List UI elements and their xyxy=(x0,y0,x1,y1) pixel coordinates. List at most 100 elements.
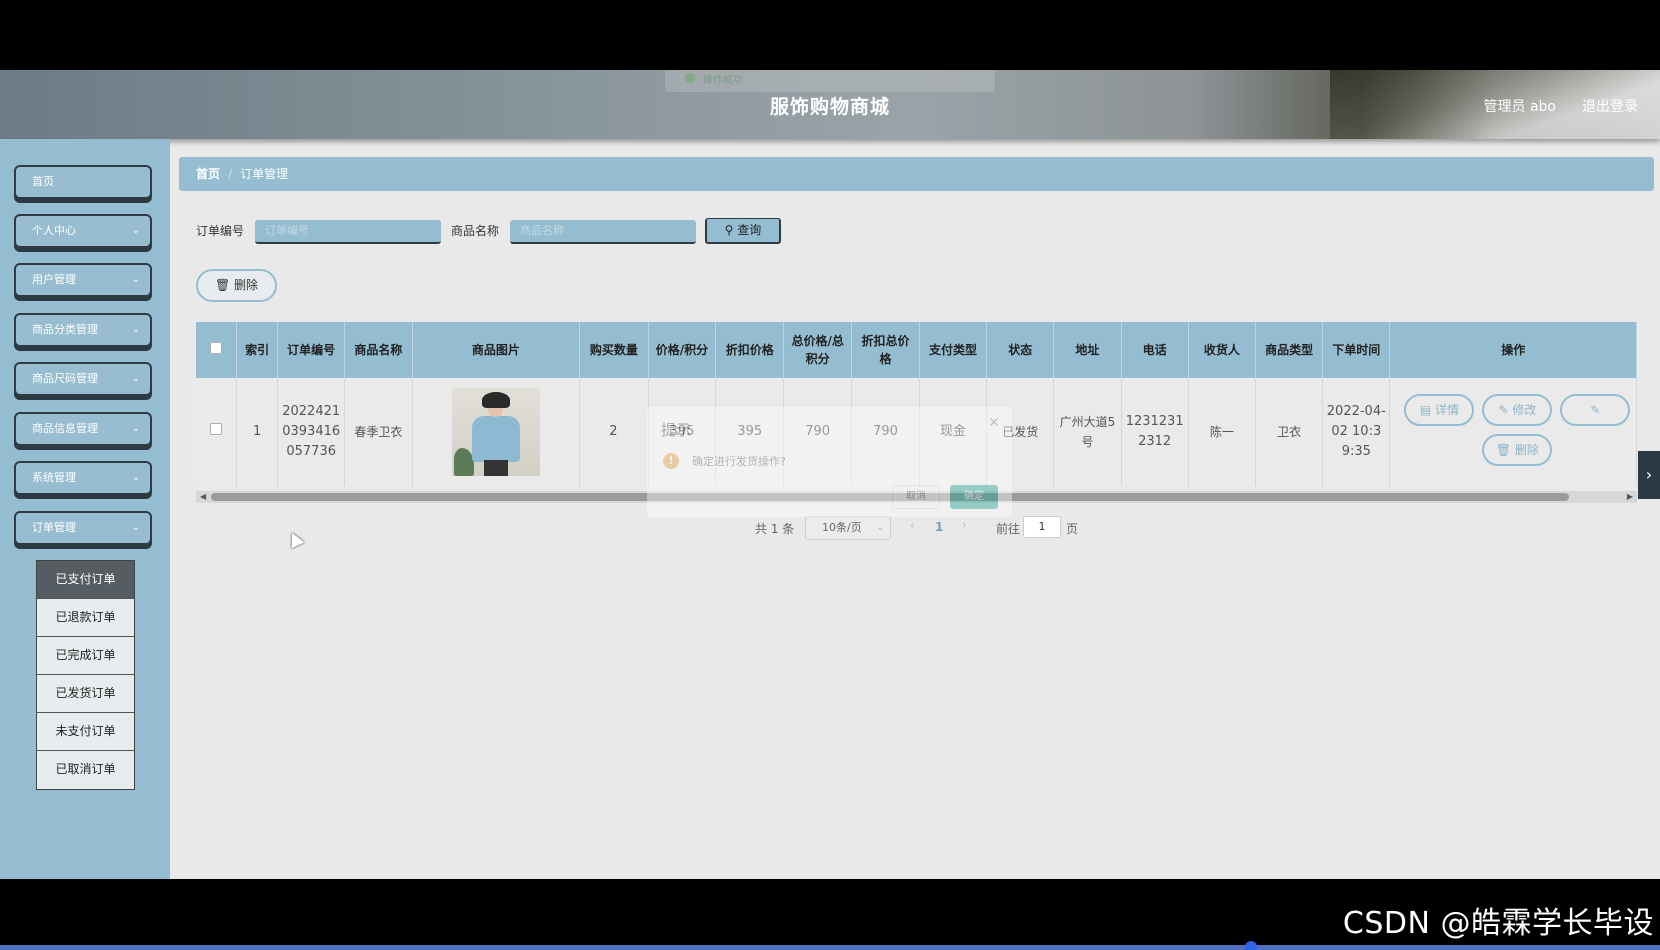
sidebar-item-user-management[interactable]: 用户管理 ⌄ xyxy=(14,263,152,297)
video-progress-handle[interactable] xyxy=(1245,941,1257,950)
order-no-input[interactable] xyxy=(255,220,441,244)
submenu-item-shipped-orders[interactable]: 已发货订单 xyxy=(37,675,134,713)
column-header: 总价格/总积分 xyxy=(783,322,853,378)
chevron-down-icon: ⌄ xyxy=(131,423,140,434)
trash-icon: 🗑 xyxy=(214,278,231,292)
submenu-item-completed-orders[interactable]: 已完成订单 xyxy=(37,637,134,675)
receiver-cell: 陈一 xyxy=(1188,378,1256,486)
order-submenu: 已支付订单 已退款订单 已完成订单 已发货订单 未支付订单 已取消订单 xyxy=(36,560,135,790)
select-all-checkbox[interactable] xyxy=(210,342,223,354)
batch-delete-button[interactable]: 🗑 删除 xyxy=(196,269,277,302)
sidebar-item-product-management[interactable]: 商品信息管理 ⌄ xyxy=(14,412,152,446)
submenu-item-refunded-orders[interactable]: 已退款订单 xyxy=(37,599,134,637)
sidebar-item-order-management[interactable]: 订单管理 ⌄ xyxy=(14,511,152,545)
scroll-right-icon[interactable]: ▶ xyxy=(1627,491,1633,503)
column-header: 订单编号 xyxy=(277,322,346,378)
logout-link[interactable]: 退出登录 xyxy=(1582,96,1638,116)
sidebar-item-label: 商品信息管理 xyxy=(32,422,98,435)
prev-page-icon[interactable]: ‹ xyxy=(910,518,915,532)
column-header: 支付类型 xyxy=(919,322,988,378)
column-header: 电话 xyxy=(1121,322,1189,378)
dialog-ok-button[interactable]: 确定 xyxy=(950,485,998,509)
breadcrumb: 首页 / 订单管理 xyxy=(179,157,1654,191)
legs-shape xyxy=(483,460,508,476)
column-header: 地址 xyxy=(1053,322,1122,378)
chevron-down-icon: ⌄ xyxy=(131,522,140,533)
column-header: 下单时间 xyxy=(1322,322,1391,378)
column-header: 状态 xyxy=(986,322,1055,378)
watermark: CSDN @皓霖学长毕设 xyxy=(1342,906,1654,941)
app-window: 操作成功 服饰购物商城 管理员 abo 退出登录 首页 个人中心 ⌄ 用户管理 … xyxy=(0,70,1660,879)
chevron-down-icon: ⌄ xyxy=(876,523,884,533)
document-icon: ▤ xyxy=(1419,403,1432,417)
page-size-select[interactable]: 10条/页 ⌄ xyxy=(805,516,891,540)
address-cell: 广州大道5号 xyxy=(1053,378,1122,486)
sidebar-item-label: 订单管理 xyxy=(32,521,76,534)
row-delete-button[interactable]: 🗑 删除 xyxy=(1482,434,1553,466)
product-name-input[interactable] xyxy=(510,220,696,244)
select-all-cell xyxy=(196,322,238,378)
chevron-down-icon: ⌄ xyxy=(131,472,140,483)
sidebar-item-label: 商品尺码管理 xyxy=(32,372,98,385)
sidebar-item-size-management[interactable]: 商品尺码管理 ⌄ xyxy=(14,362,152,396)
query-button-label: 查询 xyxy=(737,223,762,237)
table-header-row: 索引 订单编号 商品名称 商品图片 购买数量 价格/积分 折扣价格 总价格/总积… xyxy=(196,322,1637,378)
edit-icon: ✎ xyxy=(1590,403,1601,417)
dialog-cancel-button[interactable]: 取消 xyxy=(892,485,940,509)
sidebar-item-category-management[interactable]: 商品分类管理 ⌄ xyxy=(14,313,152,347)
product-image-cell xyxy=(412,378,581,486)
dialog-message: 确定进行发货操作? xyxy=(692,455,786,468)
plant-shape xyxy=(453,448,474,476)
edit-button[interactable]: ✎ 修改 xyxy=(1482,394,1553,426)
sidebar-item-home[interactable]: 首页 xyxy=(14,165,152,199)
search-icon: ⚲ xyxy=(724,223,734,237)
submenu-item-cancelled-orders[interactable]: 已取消订单 xyxy=(37,751,134,789)
breadcrumb-home[interactable]: 首页 xyxy=(196,167,220,181)
toast-text: 操作成功 xyxy=(703,75,743,86)
detail-button[interactable]: ▤ 详情 xyxy=(1404,394,1475,426)
column-header: 索引 xyxy=(236,322,279,378)
dialog-title: 提示 xyxy=(661,421,692,439)
breadcrumb-current: 订单管理 xyxy=(240,167,289,181)
page-suffix: 页 xyxy=(1066,522,1079,536)
page-size-value: 10条/页 xyxy=(822,521,862,534)
query-button[interactable]: ⚲ 查询 xyxy=(705,218,781,244)
scroll-left-icon[interactable]: ◀ xyxy=(200,491,206,503)
phone-cell: 12312312312 xyxy=(1121,378,1189,486)
submenu-item-unpaid-orders[interactable]: 未支付订单 xyxy=(37,713,134,751)
close-icon[interactable]: ✕ xyxy=(988,415,1000,431)
edit-icon: ✎ xyxy=(1498,403,1509,417)
quantity-cell: 2 xyxy=(579,378,649,486)
sidebar-item-label: 首页 xyxy=(32,175,54,188)
product-image xyxy=(451,388,540,476)
site-title: 服饰购物商城 xyxy=(769,96,890,118)
column-header: 操作 xyxy=(1389,322,1637,378)
edit-button-label: 修改 xyxy=(1512,403,1537,417)
submenu-item-paid-orders[interactable]: 已支付订单 xyxy=(37,561,134,599)
column-header: 商品类型 xyxy=(1255,322,1324,378)
row-select-cell xyxy=(196,378,238,486)
product-name-cell: 春季卫衣 xyxy=(344,378,413,486)
index-cell: 1 xyxy=(236,378,279,486)
row-checkbox[interactable] xyxy=(210,423,223,435)
sidebar-item-label: 系统管理 xyxy=(32,471,76,484)
chevron-right-icon[interactable]: › xyxy=(1638,451,1660,499)
success-icon xyxy=(685,73,695,83)
breadcrumb-separator: / xyxy=(228,167,233,181)
chevron-down-icon: ⌄ xyxy=(131,274,140,285)
hoodie-shape xyxy=(471,416,520,462)
column-header: 折扣总价格 xyxy=(851,322,920,378)
actions-cell: ▤ 详情 ✎ 修改 ✎ 🗑 删除 xyxy=(1389,378,1637,486)
sidebar-item-system-management[interactable]: 系统管理 ⌄ xyxy=(14,461,152,495)
goto-page-input[interactable]: 1 xyxy=(1023,516,1061,538)
sidebar-item-personal-center[interactable]: 个人中心 ⌄ xyxy=(14,214,152,248)
column-header: 价格/积分 xyxy=(648,322,717,378)
next-page-icon[interactable]: › xyxy=(962,518,967,532)
delete-button-label: 删除 xyxy=(234,278,259,292)
product-name-label: 商品名称 xyxy=(451,224,500,238)
sidebar-item-label: 个人中心 xyxy=(32,224,76,237)
video-progress-bar[interactable] xyxy=(0,945,1660,950)
ship-button[interactable]: ✎ xyxy=(1560,394,1631,426)
current-page-number[interactable]: 1 xyxy=(935,520,943,534)
order-time-cell: 2022-04-02 10:39:35 xyxy=(1322,378,1391,486)
